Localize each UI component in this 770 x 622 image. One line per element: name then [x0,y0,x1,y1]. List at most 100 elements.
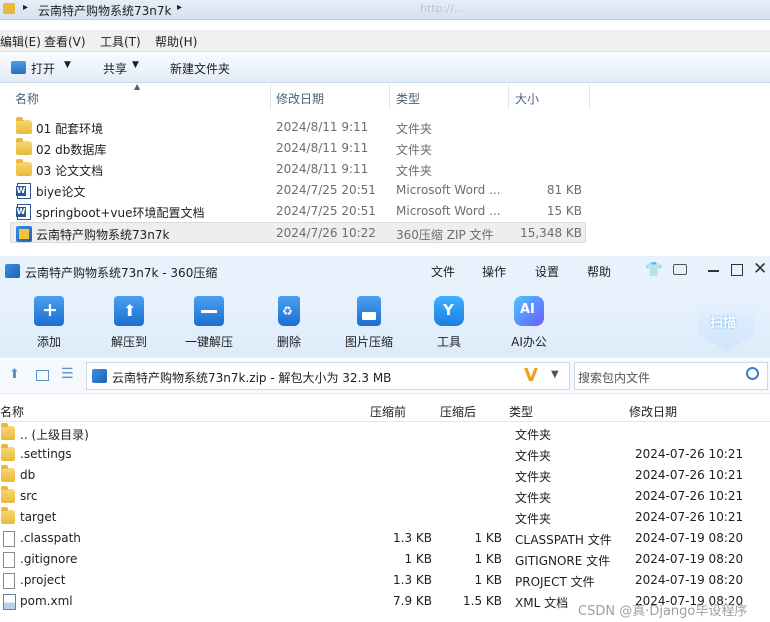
file-name: 云南特产购物系统73n7k [36,228,170,242]
folder-icon [1,423,15,440]
zip-archive-icon [92,369,107,383]
file-name: pom.xml [20,594,73,608]
table-row[interactable]: .. (上级目录) 文件夹 [0,423,770,444]
minimize-icon[interactable] [708,270,719,272]
compressed-after: 1 KB [474,531,502,545]
tools-button[interactable]: Y 工具 [414,296,484,354]
list-view-icon[interactable]: ☰ [61,366,74,382]
file-date: 2024-07-26 10:21 [635,510,744,524]
file-size: 15,348 KB [520,226,582,240]
up-arrow-icon[interactable]: ⬆ [9,367,20,382]
new-folder-button[interactable]: 新建文件夹 [170,60,230,77]
chevron-down-icon[interactable]: ▼ [64,60,71,70]
ai-office-button[interactable]: AI AI办公 [494,296,564,354]
search-input[interactable]: http://... [420,2,464,15]
menu-help[interactable]: 帮助 [587,263,611,280]
file-date: 2024/8/11 9:11 [276,141,369,155]
toolbar-label: 添加 [36,335,61,349]
folder-icon [3,3,15,14]
menu-tools[interactable]: 工具(T) [100,33,141,50]
chevron-right-icon[interactable]: ▸ [177,2,182,13]
folder-icon [1,486,15,503]
search-icon[interactable] [746,367,759,380]
breadcrumb[interactable]: 云南特产购物系统73n7k [38,2,171,19]
search-field[interactable]: 搜索包内文件 [574,362,768,390]
file-name: .project [20,573,66,587]
table-row[interactable]: .settings 文件夹 2024-07-26 10:21 [0,444,770,465]
menu-settings[interactable]: 设置 [535,263,559,280]
word-doc-icon [16,204,31,220]
list-item-selected[interactable]: 云南特产购物系统73n7k 2024/7/26 10:22 360压缩 ZIP … [10,222,586,243]
file-date: 2024-07-26 10:21 [635,489,744,503]
file-date: 2024/8/11 9:11 [276,120,369,134]
share-button[interactable]: 共享 [103,60,127,77]
one-click-extract-button[interactable]: 一键解压 [174,296,244,354]
list-item[interactable]: 03 论文文档 2024/8/11 9:11 文件夹 [10,159,586,180]
file-name: src [20,489,38,503]
image-compress-button[interactable]: 图片压缩 [334,296,404,354]
thumbnail-view-icon[interactable] [36,370,49,381]
window-title: 云南特产购物系统73n7k - 360压缩 [25,266,218,280]
column-compressed-before[interactable]: 压缩前 [370,403,406,420]
column-type[interactable]: 类型 [509,403,533,420]
file-type: Microsoft Word ... [396,204,501,218]
table-row[interactable]: db 文件夹 2024-07-26 10:21 [0,465,770,486]
open-button[interactable]: 打开 [31,60,55,77]
chevron-down-icon[interactable]: ▼ [132,60,139,70]
table-row[interactable]: .project 1.3 KB 1 KB PROJECT 文件 2024-07-19 0… [0,570,770,591]
file-type: 文件夹 [515,512,552,526]
menu-view[interactable]: 查看(V) [44,33,86,50]
list-item[interactable]: 01 配套环境 2024/8/11 9:11 文件夹 [10,117,586,138]
column-name[interactable]: 名称 [15,90,39,107]
search-input[interactable]: 搜索包内文件 [578,369,650,386]
file-type: Microsoft Word ... [396,183,501,197]
column-name[interactable]: 名称 [0,403,24,420]
path-field[interactable]: 云南特产购物系统73n7k.zip - 解包大小为 32.3 MB V ▼ [86,362,570,390]
file-type: 文件夹 [515,449,552,463]
list-item[interactable]: 02 db数据库 2024/8/11 9:11 文件夹 [10,138,586,159]
menu-help[interactable]: 帮助(H) [155,33,197,50]
list-item[interactable]: biye论文 2024/7/25 20:51 Microsoft Word ..… [10,180,586,201]
file-date: 2024/7/26 10:22 [276,226,376,240]
column-size[interactable]: 大小 [515,90,539,107]
file-type: CLASSPATH 文件 [515,533,612,547]
message-icon[interactable] [673,264,687,275]
table-row[interactable]: target 文件夹 2024-07-26 10:21 [0,507,770,528]
verified-icon: V [524,365,538,386]
compressed-before: 1 KB [404,552,432,566]
table-row[interactable]: .classpath 1.3 KB 1 KB CLASSPATH 文件 2024-07-… [0,528,770,549]
menu-operate[interactable]: 操作 [482,263,506,280]
table-row[interactable]: .gitignore 1 KB 1 KB GITIGNORE 文件 2024-07-19… [0,549,770,570]
maximize-icon[interactable] [731,264,743,276]
explorer-column-header: 名称 ▲ 修改日期 类型 大小 [0,82,600,110]
column-compressed-after[interactable]: 压缩后 [440,403,476,420]
column-type[interactable]: 类型 [396,90,420,107]
list-item[interactable]: springboot+vue环境配置文档 2024/7/25 20:51 Mic… [10,201,586,222]
add-button[interactable]: + 添加 [14,296,84,354]
menu-file[interactable]: 文件 [431,263,455,280]
menu-edit[interactable]: 编辑(E) [0,33,41,50]
file-date: 2024-07-19 08:20 [635,531,744,545]
delete-button[interactable]: ♻ 删除 [254,296,324,354]
file-date: 2024-07-26 10:21 [635,447,744,461]
skin-icon[interactable]: 👕 [645,262,662,278]
file-size: 81 KB [546,183,582,197]
column-date[interactable]: 修改日期 [276,90,324,107]
explorer-toolbar: 打开 ▼ 共享 ▼ 新建文件夹 [0,53,770,83]
zip-column-header: 名称 压缩前 压缩后 类型 修改日期 [0,400,770,422]
close-icon[interactable]: ✕ [753,259,767,279]
file-type: GITIGNORE 文件 [515,554,611,568]
table-row[interactable]: src 文件夹 2024-07-26 10:21 [0,486,770,507]
file-date: 2024/7/25 20:51 [276,204,376,218]
extract-to-button[interactable]: ⬆ 解压到 [94,296,164,354]
scan-label: 扫描 [710,316,737,331]
menu-bar: 编辑(E) 查看(V) 工具(T) 帮助(H) [0,30,770,52]
chevron-right-icon[interactable]: ▸ [23,2,28,13]
file-name: .settings [20,447,72,461]
xml-file-icon [3,594,16,610]
folder-icon [1,444,15,461]
file-icon [3,531,15,547]
chevron-down-icon[interactable]: ▼ [551,369,559,380]
column-date[interactable]: 修改日期 [629,403,677,420]
toolbar-label: 解压到 [110,335,147,349]
